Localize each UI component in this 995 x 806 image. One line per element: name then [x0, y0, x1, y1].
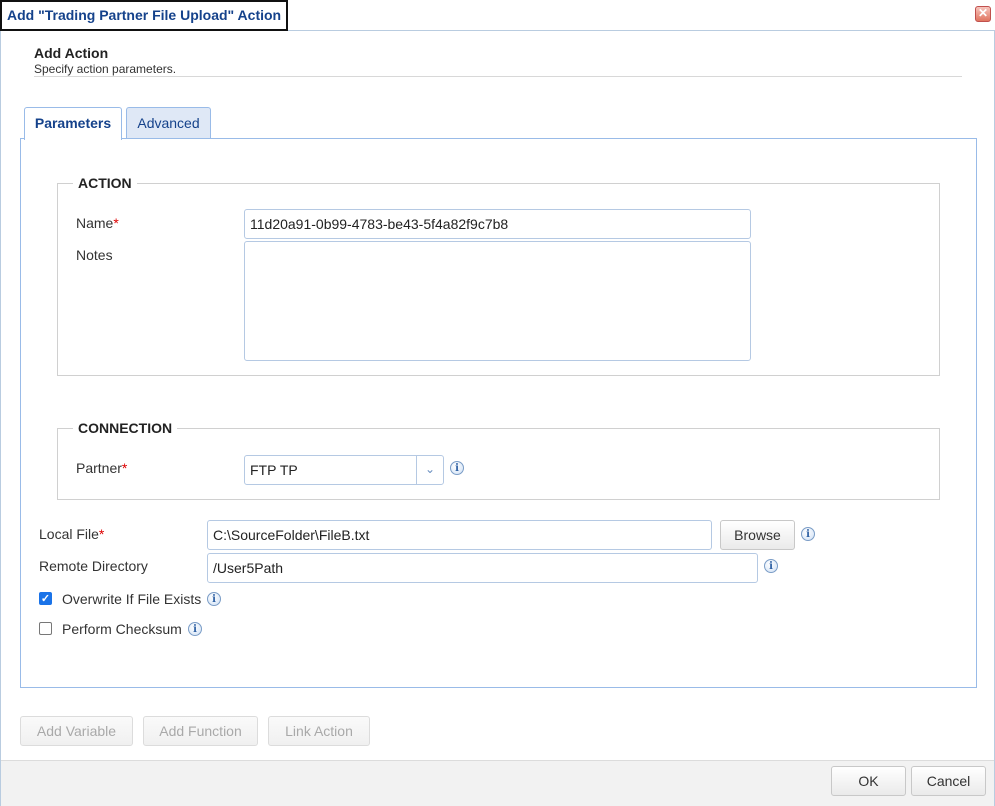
name-input[interactable]: 11d20a91-0b99-4783-be43-5f4a82f9c7b8: [244, 209, 751, 239]
notes-label: Notes: [76, 247, 113, 263]
browse-button[interactable]: Browse: [720, 520, 795, 550]
add-function-button[interactable]: Add Function: [143, 716, 258, 746]
add-variable-button[interactable]: Add Variable: [20, 716, 133, 746]
section-subtitle: Specify action parameters.: [34, 62, 177, 76]
checksum-checkbox[interactable]: [39, 622, 52, 635]
info-icon[interactable]: i: [801, 527, 815, 541]
info-icon[interactable]: i: [450, 461, 464, 475]
info-icon[interactable]: i: [207, 592, 221, 606]
partner-select[interactable]: FTP TP: [244, 455, 444, 485]
close-icon[interactable]: ✕: [975, 6, 991, 22]
local-file-label: Local File*: [39, 526, 105, 542]
cancel-button[interactable]: Cancel: [911, 766, 986, 796]
tab-parameters[interactable]: Parameters: [24, 107, 122, 140]
dialog-title: Add "Trading Partner File Upload" Action: [0, 0, 289, 31]
remote-directory-input[interactable]: /User5Path: [207, 553, 758, 583]
action-legend: ACTION: [73, 175, 137, 191]
section-title: Add Action: [34, 45, 109, 61]
connection-legend: CONNECTION: [73, 420, 178, 436]
overwrite-checkbox[interactable]: ✓: [39, 592, 52, 605]
ok-button[interactable]: OK: [831, 766, 906, 796]
info-icon[interactable]: i: [764, 559, 778, 573]
chevron-down-icon[interactable]: ⌄: [416, 456, 443, 484]
name-label: Name*: [76, 215, 119, 231]
tab-advanced[interactable]: Advanced: [126, 107, 211, 139]
local-file-input[interactable]: C:\SourceFolder\FileB.txt: [207, 520, 712, 550]
remote-directory-label: Remote Directory: [39, 558, 148, 574]
connection-fieldset: [57, 428, 940, 500]
checksum-label[interactable]: Perform Checksum: [62, 621, 182, 637]
notes-textarea[interactable]: [244, 241, 751, 361]
overwrite-label[interactable]: Overwrite If File Exists: [62, 591, 201, 607]
info-icon[interactable]: i: [188, 622, 202, 636]
link-action-button[interactable]: Link Action: [268, 716, 370, 746]
header-divider: [34, 76, 962, 77]
partner-label: Partner*: [76, 460, 128, 476]
